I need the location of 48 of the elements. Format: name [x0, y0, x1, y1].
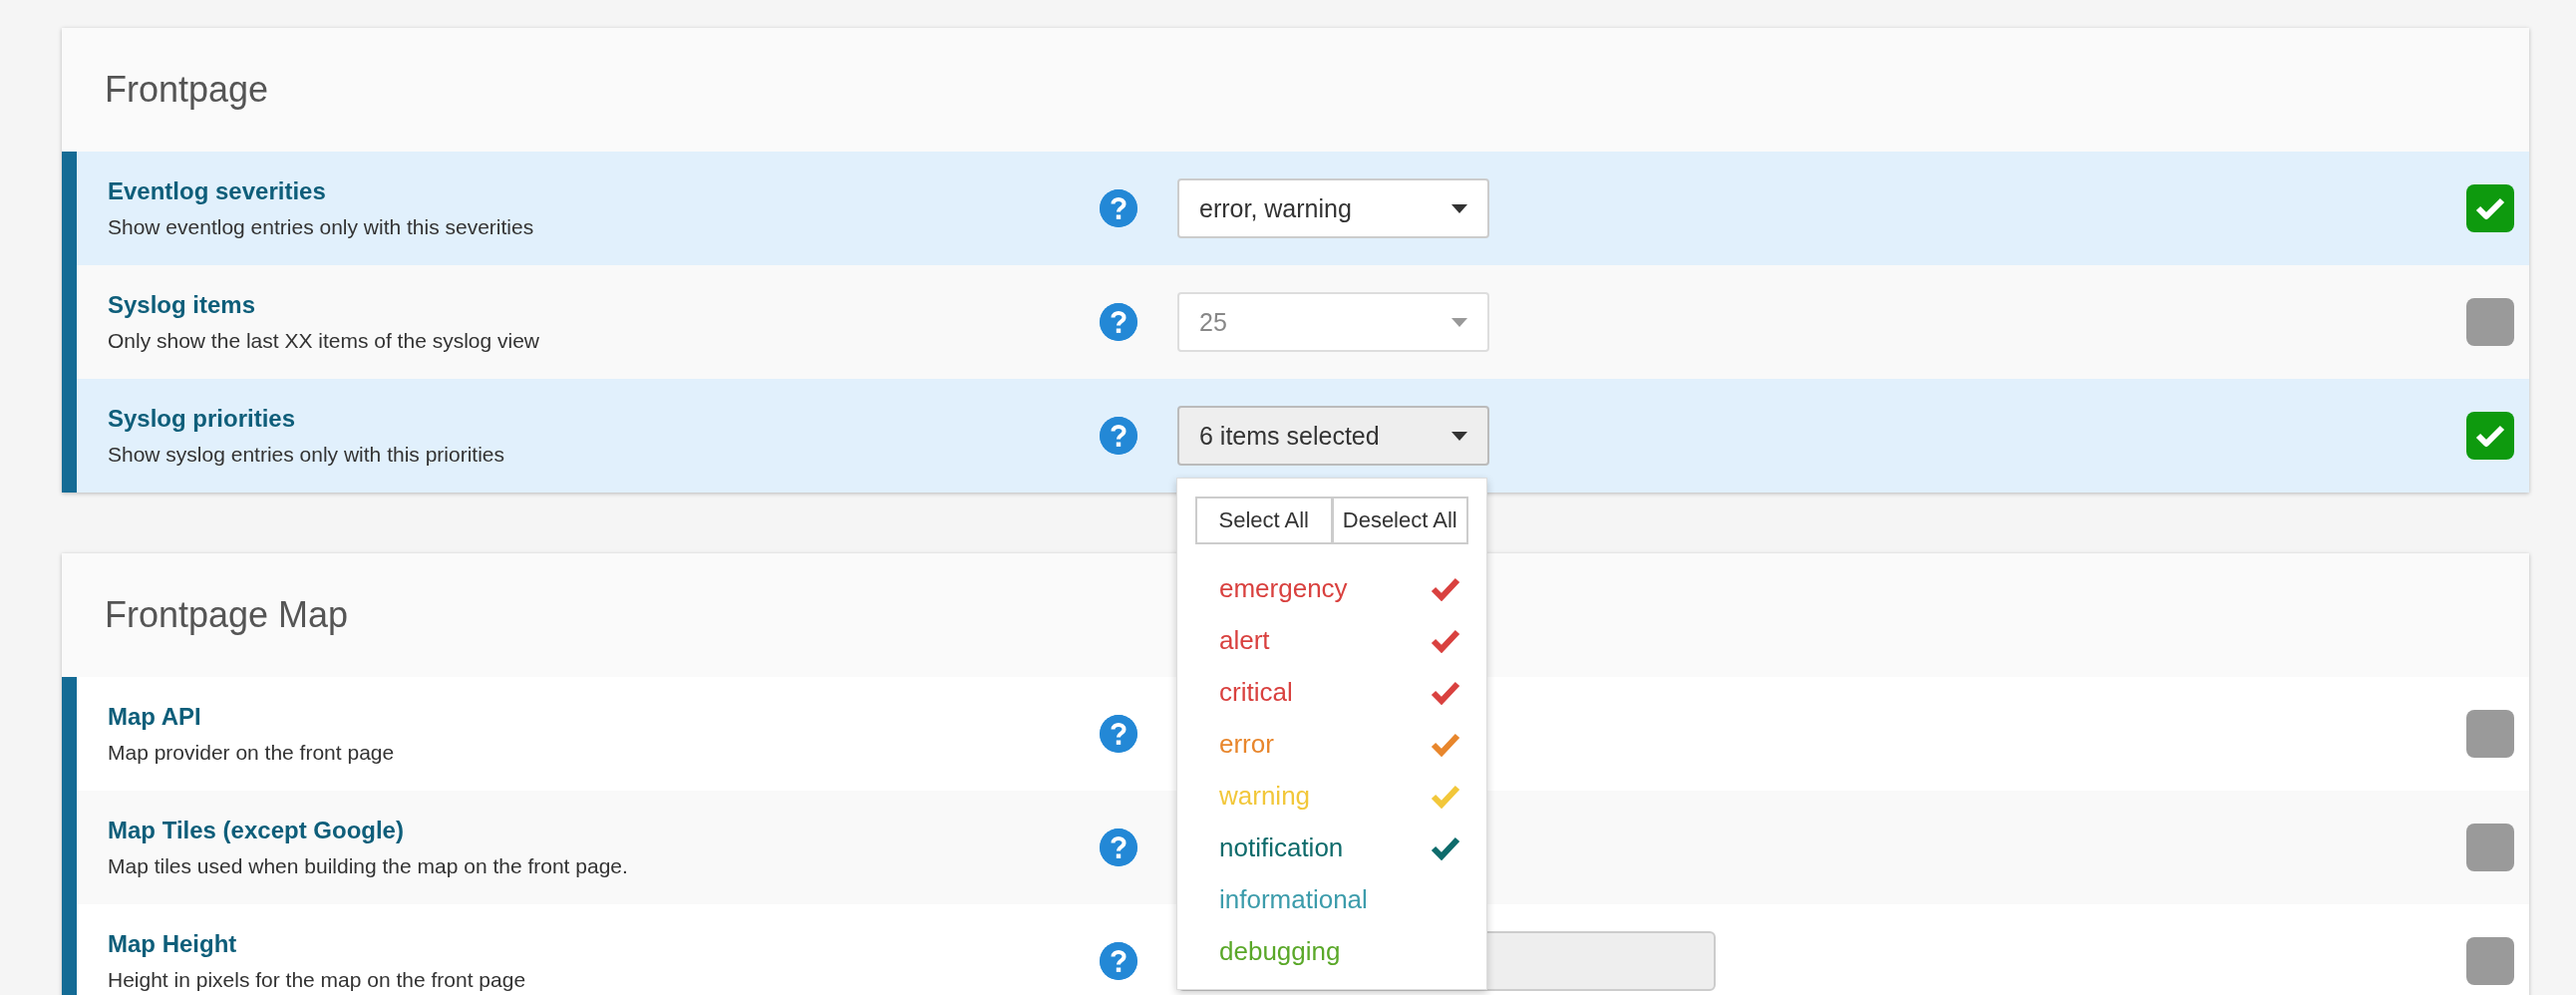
- setting-description: Show syslog entries only with this priorities: [108, 443, 504, 467]
- setting-title: Map API: [108, 703, 201, 731]
- setting-description: Map provider on the front page: [108, 741, 395, 765]
- setting-description: Height in pixels for the map on the front page: [108, 968, 526, 992]
- setting-title: Eventlog severities: [108, 177, 326, 205]
- help-icon[interactable]: [1100, 303, 1137, 341]
- help-icon[interactable]: [1100, 942, 1137, 980]
- setting-title: Syslog items: [108, 291, 256, 319]
- setting-title: Map Height: [108, 930, 237, 958]
- help-icon[interactable]: [1100, 829, 1137, 866]
- checkmark-icon: [1431, 575, 1460, 601]
- section-title: Frontpage: [105, 69, 269, 111]
- dropdown-option[interactable]: debugging: [1177, 925, 1486, 977]
- help-icon[interactable]: [1100, 189, 1137, 227]
- checkmark-icon: [1431, 783, 1460, 809]
- checkbox[interactable]: [2466, 824, 2514, 871]
- dropdown-action-button[interactable]: Select All: [1195, 497, 1333, 544]
- help-icon[interactable]: [1100, 417, 1137, 455]
- checkbox[interactable]: [2466, 710, 2514, 758]
- dropdown-option[interactable]: emergency: [1177, 562, 1486, 614]
- checkbox[interactable]: [2466, 184, 2514, 232]
- setting-title: Map Tiles (except Google): [108, 817, 404, 844]
- dropdown-option[interactable]: informational: [1177, 873, 1486, 925]
- checkmark-icon: [1431, 731, 1460, 757]
- checkmark-icon: [1431, 627, 1460, 653]
- checkbox[interactable]: [2466, 298, 2514, 346]
- checkmark-icon: [1431, 834, 1460, 860]
- dropdown-option[interactable]: notification: [1177, 822, 1486, 873]
- setting-description: Show eventlog entries only with this severities: [108, 215, 534, 239]
- caret-icon: [1451, 431, 1467, 441]
- dropdown-option[interactable]: error: [1177, 718, 1486, 770]
- checkbox[interactable]: [2466, 937, 2514, 985]
- setting-description: Only show the last XX items of the syslog view: [108, 329, 539, 353]
- select-dropdown[interactable]: 6 items selected: [1177, 406, 1489, 466]
- dropdown-action-button[interactable]: Deselect All: [1332, 497, 1468, 544]
- section-title: Frontpage Map: [105, 594, 349, 636]
- help-icon[interactable]: [1100, 715, 1137, 753]
- caret-icon: [1451, 317, 1467, 327]
- caret-icon: [1451, 203, 1467, 213]
- checkmark-icon: [2475, 423, 2505, 449]
- setting-title: Syslog priorities: [108, 405, 296, 433]
- dropdown-option[interactable]: critical: [1177, 666, 1486, 718]
- dropdown-option[interactable]: alert: [1177, 614, 1486, 666]
- select-dropdown[interactable]: error, warning: [1177, 178, 1489, 238]
- setting-description: Map tiles used when building the map on the front page.: [108, 854, 628, 878]
- checkmark-icon: [1431, 679, 1460, 705]
- checkbox[interactable]: [2466, 412, 2514, 460]
- checkmark-icon: [2475, 195, 2505, 221]
